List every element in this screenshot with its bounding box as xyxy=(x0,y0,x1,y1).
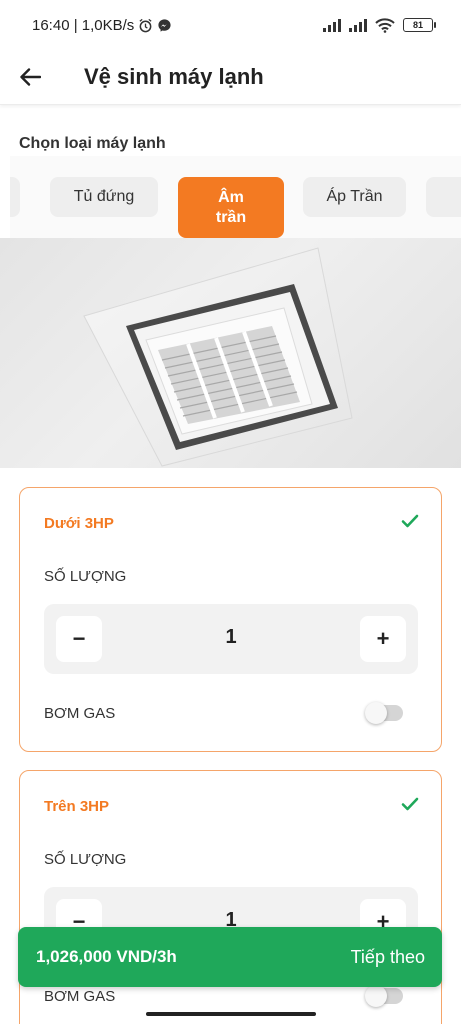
status-bar: 16:40 | 1,0KB/s 81 xyxy=(0,0,461,50)
gas-label: BƠM GAS xyxy=(44,705,116,722)
increase-button[interactable]: + xyxy=(360,616,406,662)
tab-am-tran-label: Âm trần xyxy=(215,188,247,226)
status-right: 81 xyxy=(323,17,436,33)
tab-am-tran[interactable]: Âm trần xyxy=(178,177,284,238)
checkout-bar[interactable]: 1,026,000 VND/3h Tiếp theo xyxy=(18,927,442,987)
ceiling-ac-image xyxy=(83,247,353,467)
alarm-icon xyxy=(139,18,152,32)
tab-partial-right[interactable] xyxy=(426,177,461,217)
battery-icon: 81 xyxy=(403,18,436,32)
quantity-label: SỐ LƯỢNG xyxy=(44,568,127,585)
tab-tu-dung[interactable]: Tủ đứng xyxy=(50,177,158,217)
quantity-label: SỐ LƯỢNG xyxy=(44,851,127,868)
messenger-icon xyxy=(158,18,171,32)
app-header: Vệ sinh máy lạnh xyxy=(0,50,461,105)
arrow-left-icon xyxy=(20,68,41,86)
back-button[interactable] xyxy=(0,50,60,105)
option-card-under-3hp[interactable]: Dưới 3HP SỐ LƯỢNG − 1 + BƠM GAS xyxy=(19,487,442,752)
section-title: Chọn loại máy lạnh xyxy=(19,135,166,152)
next-button[interactable]: Tiếp theo xyxy=(351,947,425,968)
gas-toggle[interactable] xyxy=(365,985,403,1007)
quantity-stepper: − 1 + xyxy=(44,604,418,674)
page-title: Vệ sinh máy lạnh xyxy=(84,64,264,89)
gas-toggle[interactable] xyxy=(365,702,403,724)
toggle-knob xyxy=(365,985,387,1007)
signal-icon xyxy=(323,18,341,32)
option-title: Trên 3HP xyxy=(44,798,110,815)
status-time-speed: 16:40 | 1,0KB/s xyxy=(32,16,135,34)
check-icon xyxy=(401,514,419,528)
wifi-icon xyxy=(375,17,395,33)
option-title: Dưới 3HP xyxy=(44,515,114,532)
toggle-knob xyxy=(365,702,387,724)
tab-ap-tran[interactable]: Áp Trần xyxy=(303,177,406,217)
gas-label: BƠM GAS xyxy=(44,988,116,1005)
status-left: 16:40 | 1,0KB/s xyxy=(32,17,172,34)
type-tabs: Tủ đứng Âm trần Áp Trần xyxy=(10,156,461,238)
signal-icon-2 xyxy=(349,18,367,32)
home-indicator[interactable] xyxy=(146,1012,316,1016)
total-price: 1,026,000 VND/3h xyxy=(36,947,177,966)
check-icon xyxy=(401,797,419,811)
tab-partial-left[interactable] xyxy=(10,177,20,217)
ac-photo xyxy=(0,238,461,468)
